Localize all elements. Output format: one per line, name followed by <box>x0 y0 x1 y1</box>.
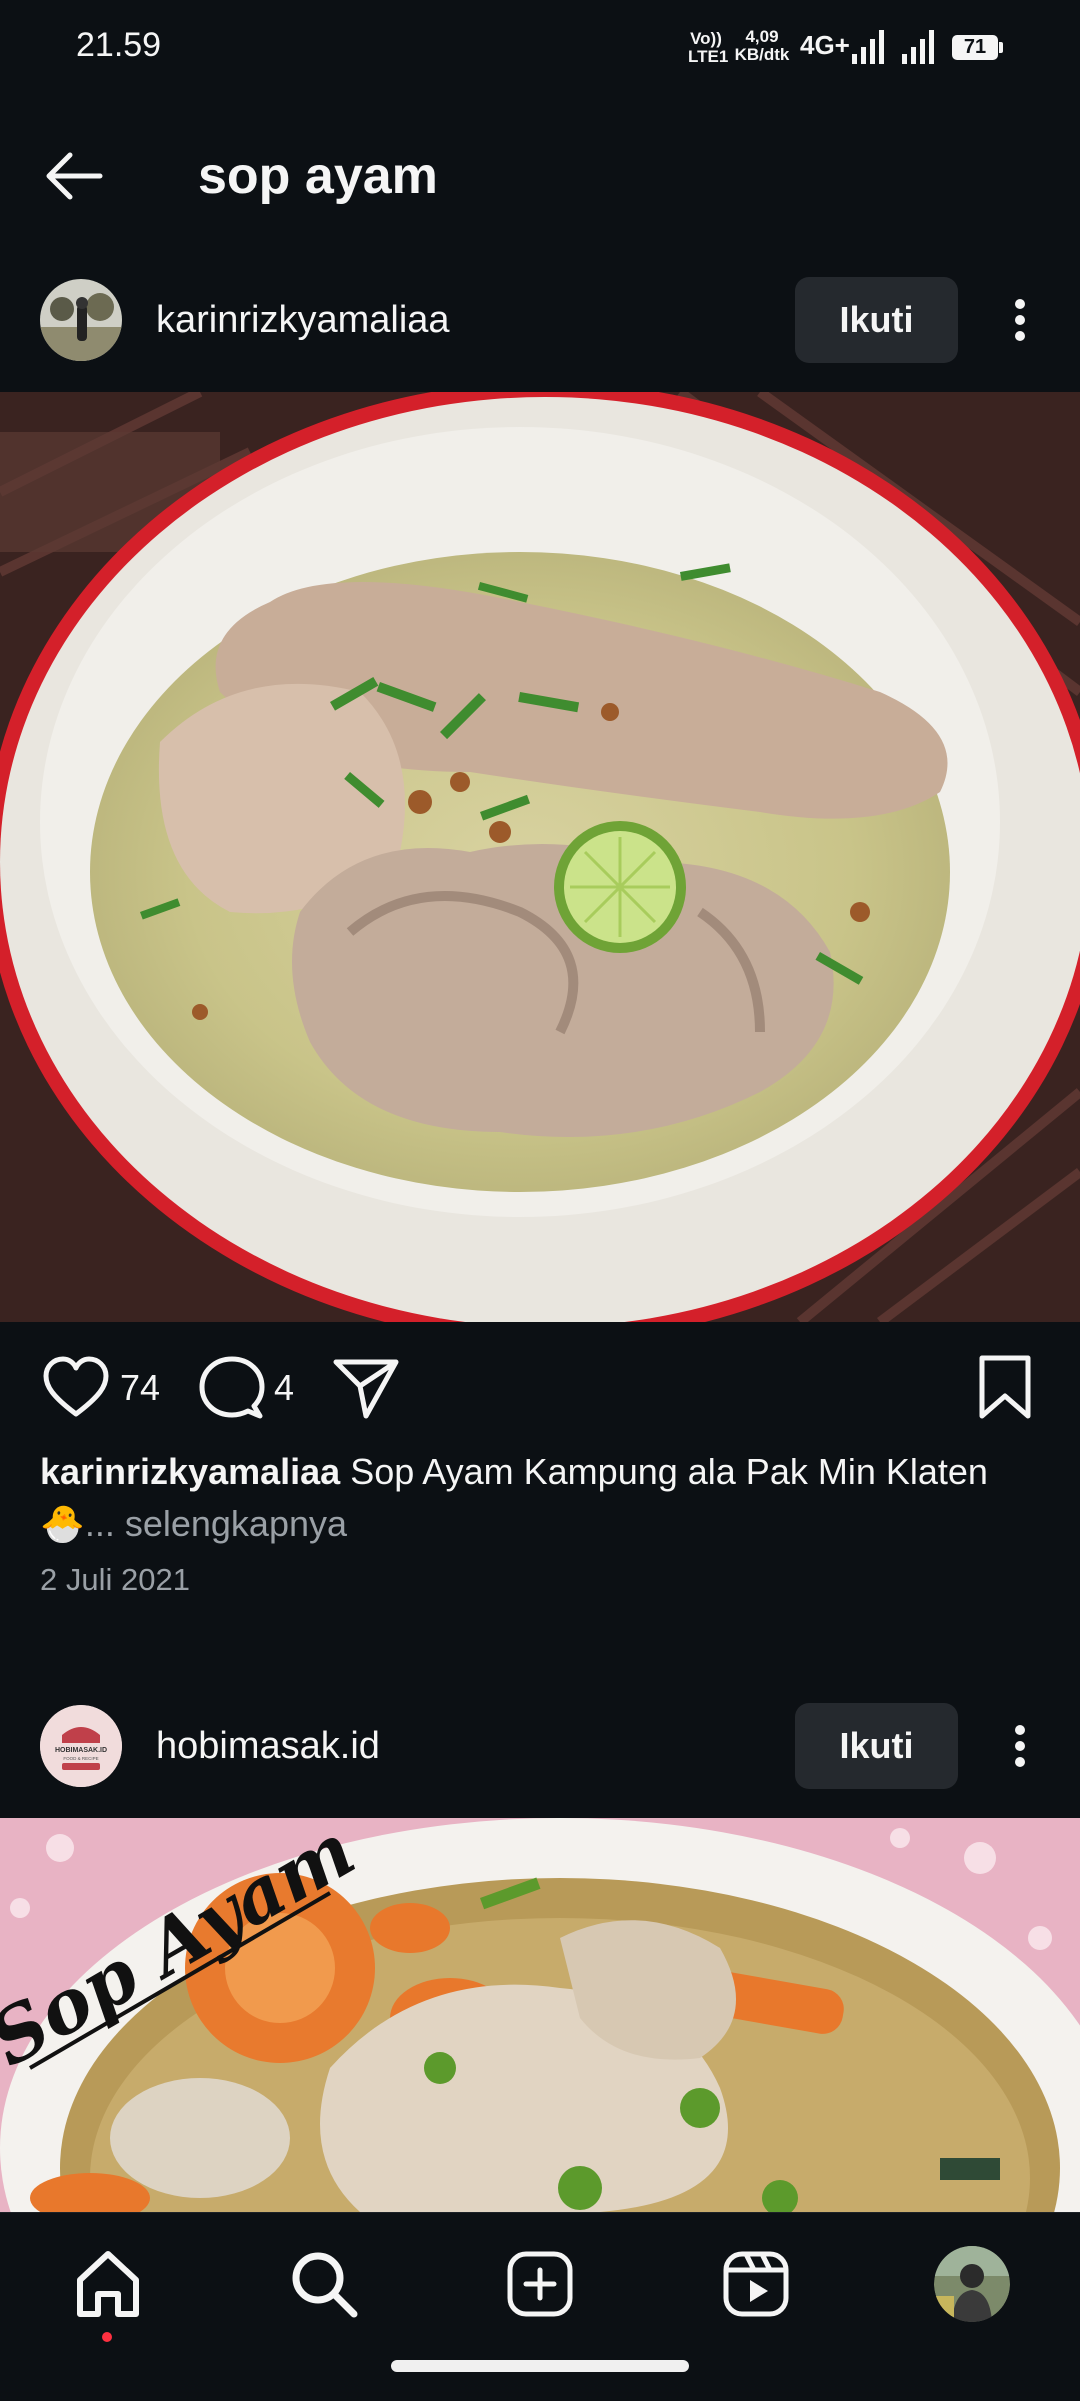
home-icon <box>77 2251 139 2317</box>
home-indicator[interactable] <box>391 2360 689 2372</box>
caption-emoji: 🐣 <box>40 1503 85 1544</box>
reels-icon <box>723 2251 789 2317</box>
battery-tip <box>999 42 1003 53</box>
heart-icon <box>43 1356 109 1417</box>
more-vertical-icon <box>1015 299 1025 341</box>
signal-2-icon <box>902 30 934 64</box>
avatar-brand-text: HOBIMASAK.ID <box>55 1747 107 1754</box>
page-title: sop ayam <box>198 147 438 205</box>
like-count[interactable]: 74 <box>120 1348 160 1428</box>
post-caption: karinrizkyamaliaa Sop Ayam Kampung ala P… <box>40 1446 1050 1550</box>
comment-count[interactable]: 4 <box>274 1348 294 1428</box>
share-button[interactable] <box>330 1348 402 1428</box>
post-username[interactable]: karinrizkyamaliaa <box>156 279 450 361</box>
more-vertical-icon <box>1015 1725 1025 1767</box>
send-icon <box>333 1359 399 1419</box>
post-image[interactable] <box>0 392 1080 1322</box>
post-username[interactable]: hobimasak.id <box>156 1705 380 1787</box>
post-image[interactable]: Sop Ayam <box>0 1818 1080 2212</box>
create-icon <box>507 2251 573 2317</box>
status-bar: 21.59 Vo)) LTE1 4,09 KB/dtk 4G+ 71 <box>0 0 1080 96</box>
network-speed: 4,09 KB/dtk <box>734 27 790 64</box>
caption-more-link[interactable]: ... selengkapnya <box>85 1503 347 1544</box>
arrow-left-icon <box>46 152 103 200</box>
post-date: 2 Juli 2021 <box>40 1562 190 1597</box>
caption-username[interactable]: karinrizkyamaliaa <box>40 1451 340 1492</box>
avatar-brand-subtext: FOOD & RECIPE <box>63 1756 98 1761</box>
more-options-button[interactable] <box>1000 1706 1040 1786</box>
more-options-button[interactable] <box>1000 280 1040 360</box>
avatar[interactable]: HOBIMASAK.ID FOOD & RECIPE <box>40 1705 122 1787</box>
follow-button[interactable]: Ikuti <box>795 1703 958 1789</box>
battery-icon: 71 <box>952 35 998 60</box>
battery-level: 71 <box>963 36 987 58</box>
nav-create[interactable] <box>502 2246 578 2322</box>
like-button[interactable] <box>40 1348 112 1428</box>
post-header: HOBIMASAK.ID FOOD & RECIPE hobimasak.id … <box>0 1691 1080 1801</box>
volte-indicator: Vo)) LTE1 <box>688 29 729 66</box>
follow-button[interactable]: Ikuti <box>795 277 958 363</box>
search-icon <box>292 2252 358 2318</box>
bookmark-icon <box>979 1355 1031 1419</box>
comment-icon <box>199 1356 265 1419</box>
network-type: 4G+ <box>800 30 850 60</box>
nav-home[interactable] <box>70 2246 146 2322</box>
comment-button[interactable] <box>196 1348 268 1428</box>
notification-dot <box>102 2332 112 2342</box>
nav-search[interactable] <box>286 2246 362 2322</box>
profile-avatar <box>934 2246 1010 2322</box>
avatar[interactable] <box>40 279 122 361</box>
status-clock: 21.59 <box>76 26 162 64</box>
nav-profile[interactable] <box>934 2246 1010 2322</box>
signal-1-icon <box>852 30 884 64</box>
post-header: karinrizkyamaliaa Ikuti <box>0 265 1080 375</box>
caption-text: Sop Ayam Kampung ala Pak Min Klaten <box>340 1451 988 1492</box>
save-button[interactable] <box>970 1348 1040 1428</box>
back-button[interactable] <box>40 140 112 212</box>
nav-reels[interactable] <box>718 2246 794 2322</box>
